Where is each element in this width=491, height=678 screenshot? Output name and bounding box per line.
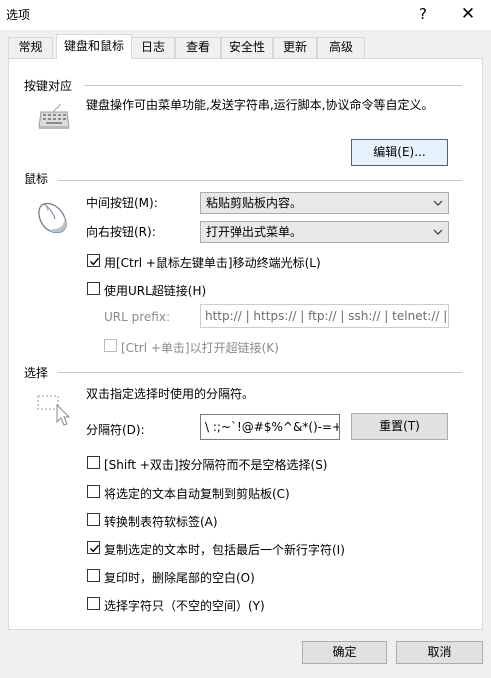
selection-divider bbox=[58, 372, 462, 373]
convert-tabs-label: 转换制表符软标签(A) bbox=[104, 515, 218, 529]
select-nonspace-checkbox[interactable] bbox=[87, 597, 100, 610]
ctrl-click-move-label: 用[Ctrl +鼠标左键单击]移动终端光标(L) bbox=[104, 256, 321, 270]
convert-tabs-checkbox[interactable] bbox=[87, 513, 100, 526]
keymap-divider bbox=[84, 85, 462, 86]
middle-button-select[interactable]: 粘贴剪贴板内容。 bbox=[200, 192, 449, 214]
delimiter-input[interactable]: \ :;~`!@#$%^&*()-=+|[ bbox=[200, 414, 340, 440]
trim-trailing-checkbox[interactable] bbox=[87, 569, 100, 582]
reset-button[interactable]: 重置(T) bbox=[351, 413, 448, 440]
use-url-checkbox[interactable] bbox=[87, 282, 100, 295]
shift-double-click-checkbox[interactable] bbox=[87, 456, 100, 469]
include-newline-label: 复制选定的文本时，包括最后一个新行字符(I) bbox=[104, 543, 345, 557]
mouse-icon bbox=[36, 198, 70, 241]
ctrl-click-move-checkbox[interactable] bbox=[87, 254, 100, 267]
right-button-select[interactable]: 打开弹出式菜单。 bbox=[200, 221, 449, 243]
shift-double-click-label: [Shift +双击]按分隔符而不是空格选择(S) bbox=[104, 458, 328, 472]
select-nonspace-label: 选择字符只（不空的空间）(Y) bbox=[104, 599, 265, 613]
tab-advanced[interactable]: 高级 bbox=[317, 37, 365, 58]
url-prefix-input[interactable]: http:// | https:// | ftp:// | ssh:// | t… bbox=[200, 304, 449, 328]
help-button[interactable]: ? bbox=[400, 0, 446, 30]
tab-log[interactable]: 日志 bbox=[131, 37, 175, 58]
ok-button[interactable]: 确定 bbox=[302, 641, 387, 664]
close-button[interactable]: ✕ bbox=[445, 0, 491, 30]
keyboard-icon bbox=[38, 102, 70, 133]
delimiter-label: 分隔符(D): bbox=[86, 423, 145, 437]
ctrl-click-open-label: [Ctrl +单击]以打开超链接(K) bbox=[121, 341, 279, 355]
selection-section-title: 选择 bbox=[24, 366, 49, 380]
cancel-button[interactable]: 取消 bbox=[396, 641, 483, 664]
auto-copy-label: 将选定的文本自动复制到剪贴板(C) bbox=[104, 487, 290, 501]
mouse-divider bbox=[58, 180, 462, 181]
ctrl-click-open-checkbox[interactable] bbox=[104, 339, 117, 352]
include-newline-checkbox[interactable] bbox=[87, 541, 100, 554]
keymap-section-title: 按键对应 bbox=[24, 79, 73, 93]
tab-view[interactable]: 查看 bbox=[175, 37, 221, 58]
mouse-section-title: 鼠标 bbox=[24, 172, 49, 186]
tab-security[interactable]: 安全性 bbox=[221, 37, 273, 58]
chevron-down-icon bbox=[432, 193, 444, 213]
tab-keyboard-mouse[interactable]: 键盘和鼠标 bbox=[56, 34, 132, 59]
selection-description: 双击指定选择时使用的分隔符。 bbox=[86, 387, 255, 401]
right-button-value: 打开弹出式菜单。 bbox=[206, 225, 303, 239]
trim-trailing-label: 复印时，删除尾部的空白(O) bbox=[104, 571, 255, 585]
middle-button-label: 中间按钮(M): bbox=[86, 196, 158, 210]
edit-button[interactable]: 编辑(E)... bbox=[351, 139, 448, 166]
url-prefix-label: URL prefix: bbox=[104, 310, 170, 324]
use-url-label: 使用URL超链接(H) bbox=[104, 284, 207, 298]
window-title: 选项 bbox=[6, 8, 31, 22]
middle-button-value: 粘贴剪贴板内容。 bbox=[206, 196, 303, 210]
keymap-description: 键盘操作可由菜单功能,发送字符串,运行脚本,协议命令等自定义。 bbox=[86, 98, 434, 112]
selection-cursor-icon bbox=[36, 394, 72, 431]
tab-update[interactable]: 更新 bbox=[273, 37, 317, 58]
chevron-down-icon bbox=[432, 222, 444, 242]
auto-copy-checkbox[interactable] bbox=[87, 485, 100, 498]
tab-general[interactable]: 常规 bbox=[8, 37, 53, 58]
right-button-label: 向右按钮(R): bbox=[86, 225, 156, 239]
